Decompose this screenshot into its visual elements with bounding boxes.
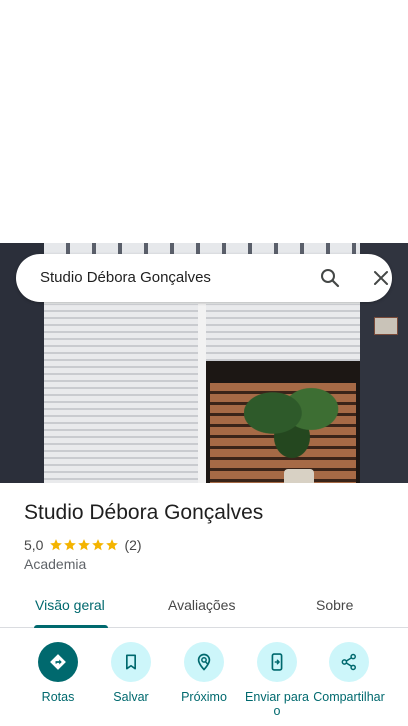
tab-overview[interactable]: Visão geral: [35, 597, 105, 613]
rating-value: 5,0: [24, 537, 44, 553]
star-icon: [78, 539, 91, 551]
directions-label: Rotas: [41, 690, 75, 704]
action-bar: Rotas Salvar Próximo Enviar para o Compa…: [0, 640, 408, 726]
place-category[interactable]: Academia: [24, 556, 86, 572]
star-icon: [92, 539, 105, 551]
search-icon[interactable]: [318, 266, 342, 290]
share-icon: [329, 642, 369, 682]
photo-sign: [374, 317, 398, 335]
close-icon[interactable]: [369, 266, 393, 290]
photo-pot: [284, 469, 314, 483]
star-icon: [106, 539, 119, 551]
rating-stars: [49, 538, 119, 552]
nearby-icon: [184, 642, 224, 682]
photo-shutter-right: [206, 305, 360, 361]
search-input[interactable]: Studio Débora Gonçalves: [40, 269, 211, 286]
directions-icon: [38, 642, 78, 682]
rating-row[interactable]: 5,0 (2): [24, 536, 142, 554]
place-title: Studio Débora Gonçalves: [24, 501, 264, 524]
send-to-phone-icon: [257, 642, 297, 682]
bookmark-icon: [111, 642, 151, 682]
tab-reviews[interactable]: Avaliações: [168, 597, 235, 613]
share-label: Compartilhar: [313, 690, 385, 704]
tab-indicator: [34, 625, 108, 628]
search-bar[interactable]: Studio Débora Gonçalves: [16, 254, 392, 302]
photo-plant: [244, 381, 340, 461]
save-label: Salvar: [113, 690, 149, 704]
tab-about[interactable]: Sobre: [316, 597, 353, 613]
star-icon: [64, 539, 77, 551]
send-to-phone-label: Enviar para o: [245, 690, 309, 718]
nearby-label: Próximo: [181, 690, 227, 704]
star-icon: [50, 539, 63, 551]
review-count[interactable]: (2): [124, 537, 141, 553]
photo-shutter-left: [44, 305, 198, 483]
tab-bar: Visão geral Avaliações Sobre: [0, 584, 408, 628]
